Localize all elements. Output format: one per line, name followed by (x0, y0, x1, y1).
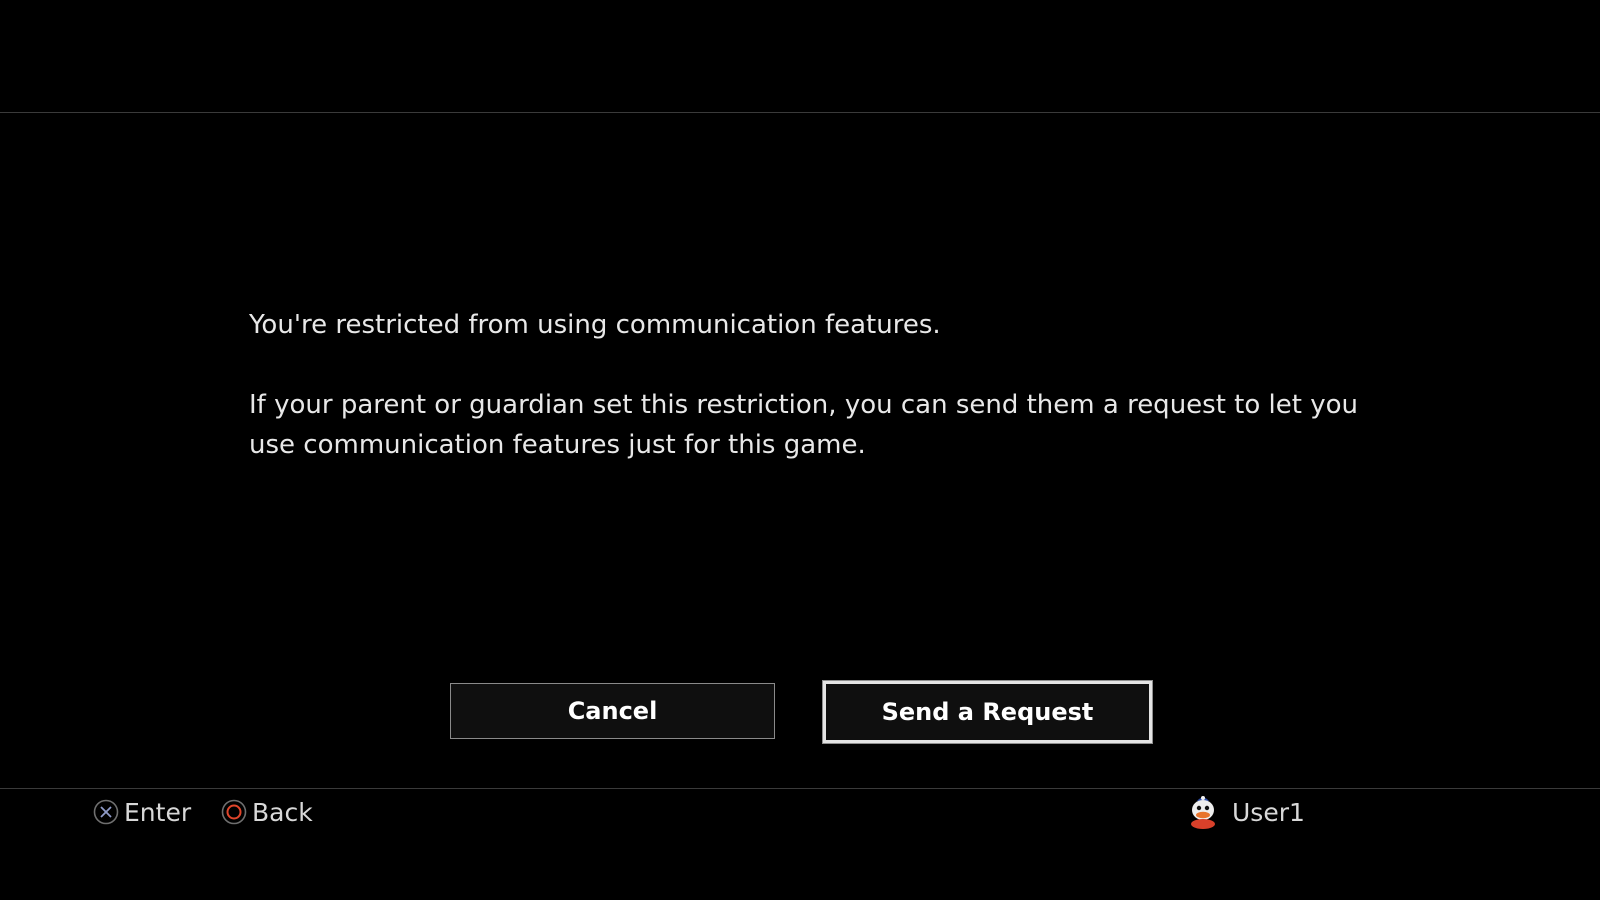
restriction-text: You're restricted from using communicati… (249, 310, 941, 340)
enter-label: Enter (124, 797, 192, 827)
send-request-button[interactable]: Send a Request (823, 681, 1152, 743)
cross-button-icon (93, 799, 119, 825)
dialog-message: You're restricted from using communicati… (249, 305, 1369, 465)
user-name: User1 (1232, 797, 1305, 827)
user-indicator: User1 (1188, 795, 1305, 829)
screen: You're restricted from using communicati… (0, 0, 1600, 900)
back-hint: Back (221, 796, 313, 828)
circle-button-icon (221, 799, 247, 825)
button-row: Cancel Send a Request (0, 681, 1600, 743)
penguin-avatar-icon (1188, 795, 1218, 829)
cancel-button[interactable]: Cancel (450, 683, 775, 739)
bottom-divider (0, 788, 1600, 789)
request-explanation-text: If your parent or guardian set this rest… (249, 390, 1358, 460)
footer-bar: Enter Back User1 (0, 795, 1600, 829)
enter-hint: Enter (93, 796, 191, 828)
top-divider (0, 112, 1600, 113)
back-label: Back (252, 797, 313, 827)
